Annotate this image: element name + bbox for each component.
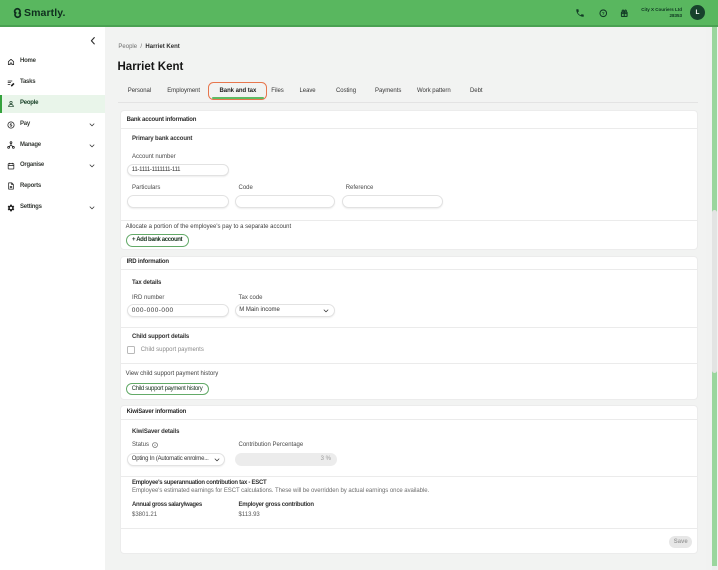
svg-text:$: $ (10, 122, 13, 128)
svg-text:?: ? (601, 11, 604, 17)
